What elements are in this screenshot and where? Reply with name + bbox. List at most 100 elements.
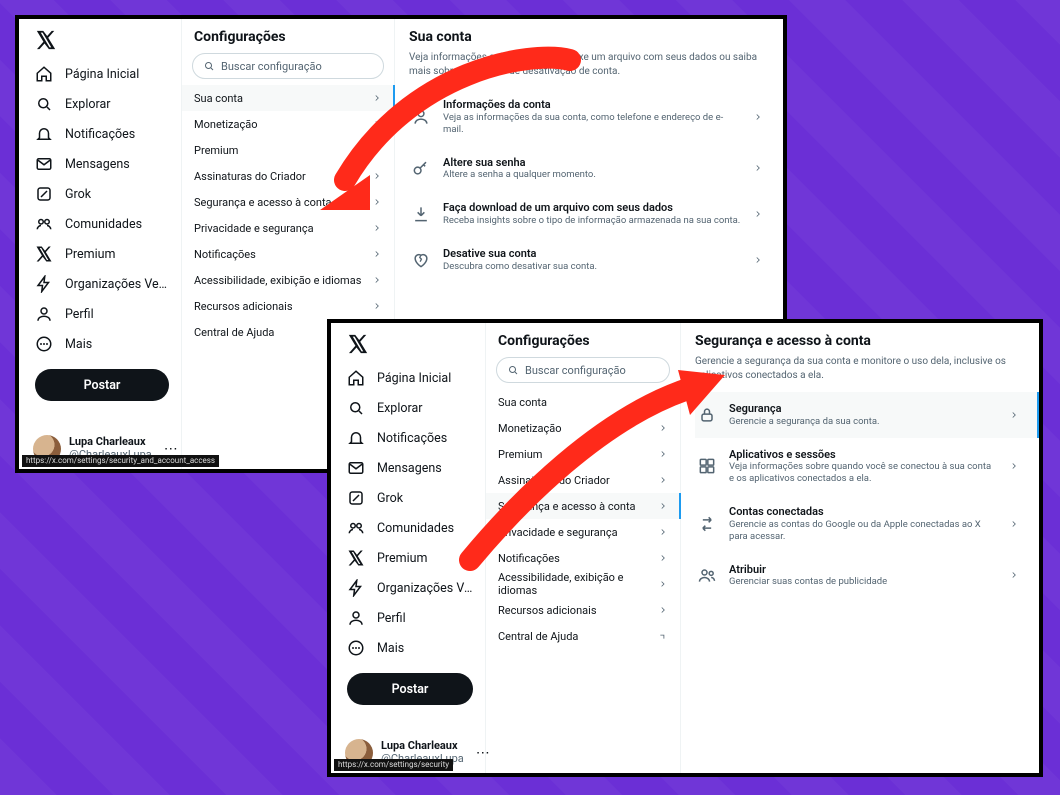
nav-explore[interactable]: Explorar <box>341 393 479 423</box>
search-placeholder: Buscar configuração <box>525 364 626 377</box>
nav-orgs[interactable]: Organizações Verific <box>29 269 175 299</box>
chevron-right-icon <box>753 209 763 219</box>
nav-profile[interactable]: Perfil <box>341 603 479 633</box>
option-desc: Gerenciar suas contas de publicidade <box>729 576 997 588</box>
person-icon <box>347 609 365 627</box>
settings-item-security[interactable]: Segurança e acesso à conta <box>182 189 394 215</box>
settings-item-monetization[interactable]: Monetização <box>182 111 394 137</box>
detail-title: Segurança e acesso à conta <box>695 333 1025 349</box>
option-title: Contas conectadas <box>729 505 997 519</box>
option-download-data[interactable]: Faça download de um arquivo com seus dad… <box>409 191 769 237</box>
settings-item-account[interactable]: Sua conta <box>182 85 394 111</box>
settings-item-a11y[interactable]: Acessibilidade, exibição e idiomas <box>182 267 394 293</box>
search-icon <box>35 95 53 113</box>
post-button-label: Postar <box>392 682 429 697</box>
communities-icon <box>347 519 365 537</box>
settings-item-premium[interactable]: Premium <box>182 137 394 163</box>
nav-communities[interactable]: Comunidades <box>341 513 479 543</box>
nav-more[interactable]: Mais <box>29 329 175 359</box>
option-desc: Veja as informações da sua conta, como t… <box>443 112 741 136</box>
option-desc: Descubra como desativar sua conta. <box>443 261 741 273</box>
bell-icon <box>35 125 53 143</box>
chevron-right-icon <box>372 275 382 285</box>
people-icon <box>697 565 717 585</box>
option-account-info[interactable]: Informações da contaVeja as informações … <box>409 88 769 146</box>
settings-item-notifications[interactable]: Notificações <box>182 241 394 267</box>
settings-item-a11y[interactable]: Acessibilidade, exibição e idiomas <box>486 571 680 597</box>
nav-home[interactable]: Página Inicial <box>341 363 479 393</box>
settings-item-premium[interactable]: Premium <box>486 441 680 467</box>
settings-item-label: Central de Ajuda <box>498 630 578 643</box>
option-delegate[interactable]: AtribuirGerenciar suas contas de publici… <box>695 553 1025 599</box>
option-connected-accounts[interactable]: Contas conectadasGerencie as contas do G… <box>695 495 1025 553</box>
chevron-right-icon <box>658 423 668 433</box>
settings-item-label: Premium <box>498 448 542 461</box>
nav-messages[interactable]: Mensagens <box>341 453 479 483</box>
settings-item-label: Assinaturas do Criador <box>194 170 306 183</box>
nav-messages[interactable]: Mensagens <box>29 149 175 179</box>
nav-label: Mensagens <box>377 461 442 476</box>
search-input[interactable]: Buscar configuração <box>192 53 384 79</box>
tutorial-canvas: Página Inicial Explorar Notificações Men… <box>0 0 1060 795</box>
settings-item-creator[interactable]: Assinaturas do Criador <box>182 163 394 189</box>
nav-notifications[interactable]: Notificações <box>341 423 479 453</box>
option-title: Informações da conta <box>443 98 741 112</box>
nav-communities[interactable]: Comunidades <box>29 209 175 239</box>
nav-label: Página Inicial <box>65 67 139 82</box>
settings-item-help[interactable]: Central de Ajuda <box>486 623 680 649</box>
apps-icon <box>697 456 717 476</box>
option-title: Desative sua conta <box>443 247 741 261</box>
chevron-right-icon <box>658 501 668 511</box>
settings-item-extra[interactable]: Recursos adicionais <box>182 293 394 319</box>
nav-more[interactable]: Mais <box>341 633 479 663</box>
settings-heading: Configurações <box>182 19 394 53</box>
settings-item-label: Segurança e acesso à conta <box>194 196 332 209</box>
mail-icon <box>35 155 53 173</box>
settings-item-monetization[interactable]: Monetização <box>486 415 680 441</box>
settings-item-label: Segurança e acesso à conta <box>498 500 636 513</box>
nav-label: Organizações Verific <box>65 277 169 292</box>
chevron-right-icon <box>372 249 382 259</box>
x-icon <box>347 549 365 567</box>
settings-item-label: Notificações <box>498 552 560 565</box>
x-logo[interactable] <box>347 333 369 355</box>
primary-nav: Página Inicial Explorar Notificações Men… <box>331 323 485 773</box>
option-deactivate[interactable]: Desative sua contaDescubra como desativa… <box>409 237 769 283</box>
nav-profile[interactable]: Perfil <box>29 299 175 329</box>
post-button[interactable]: Postar <box>347 673 473 705</box>
settings-item-extra[interactable]: Recursos adicionais <box>486 597 680 623</box>
search-input[interactable]: Buscar configuração <box>496 357 670 383</box>
nav-home[interactable]: Página Inicial <box>29 59 175 89</box>
nav-premium[interactable]: Premium <box>341 543 479 573</box>
chevron-right-icon <box>753 163 763 173</box>
option-apps-sessions[interactable]: Aplicativos e sessõesVeja informações so… <box>695 438 1025 496</box>
nav-explore[interactable]: Explorar <box>29 89 175 119</box>
post-button-label: Postar <box>84 378 121 393</box>
nav-grok[interactable]: Grok <box>341 483 479 513</box>
settings-item-creator[interactable]: Assinaturas do Criador <box>486 467 680 493</box>
settings-item-privacy[interactable]: Privacidade e segurança <box>182 215 394 241</box>
chevron-right-icon <box>1009 570 1019 580</box>
detail-subtitle: Veja informações sobre sua conta, baixe … <box>409 51 769 78</box>
nav-notifications[interactable]: Notificações <box>29 119 175 149</box>
bolt-icon <box>347 579 365 597</box>
x-logo[interactable] <box>35 29 57 51</box>
chevron-right-icon <box>658 449 668 459</box>
settings-item-label: Sua conta <box>498 396 547 409</box>
settings-item-account[interactable]: Sua conta <box>486 389 680 415</box>
settings-item-label: Recursos adicionais <box>194 300 293 313</box>
nav-orgs[interactable]: Organizações Verific <box>341 573 479 603</box>
nav-grok[interactable]: Grok <box>29 179 175 209</box>
option-desc: Veja informações sobre quando você se co… <box>729 461 997 485</box>
option-change-password[interactable]: Altere sua senhaAltere a senha a qualque… <box>409 146 769 192</box>
option-security[interactable]: SegurançaGerencie a segurança da sua con… <box>695 392 1039 438</box>
settings-item-security[interactable]: Segurança e acesso à conta <box>486 493 680 519</box>
chevron-right-icon <box>658 527 668 537</box>
post-button[interactable]: Postar <box>35 369 169 401</box>
communities-icon <box>35 215 53 233</box>
nav-premium[interactable]: Premium <box>29 239 175 269</box>
settings-item-notifications[interactable]: Notificações <box>486 545 680 571</box>
settings-item-privacy[interactable]: Privacidade e segurança <box>486 519 680 545</box>
nav-label: Mais <box>65 337 92 352</box>
option-title: Segurança <box>729 402 997 416</box>
